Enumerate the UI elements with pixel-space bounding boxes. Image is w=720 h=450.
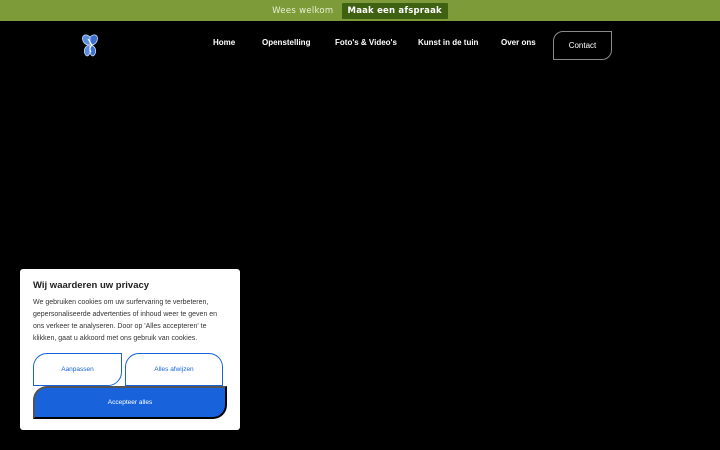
nav-art-in-garden[interactable]: Kunst in de tuin [418, 38, 478, 47]
nav-about-us[interactable]: Over ons [501, 38, 536, 47]
butterfly-logo-icon[interactable] [80, 33, 100, 59]
contact-button[interactable]: Contact [553, 31, 612, 60]
nav-openstelling[interactable]: Openstelling [262, 38, 310, 47]
cookie-title: Wij waarderen uw privacy [33, 280, 150, 291]
welcome-text: Wees welkom [272, 5, 334, 16]
site-header: Home Openstelling Foto's & Video's Kunst… [0, 21, 720, 73]
top-announcement-bar: Wees welkom Maak een afspraak [0, 0, 720, 21]
customize-button[interactable]: Aanpassen [33, 353, 122, 386]
cookie-consent-dialog: Wij waarderen uw privacy We gebruiken co… [20, 269, 240, 430]
nav-home[interactable]: Home [213, 38, 235, 47]
reject-all-button[interactable]: Alles afwijzen [125, 353, 223, 386]
accept-all-button[interactable]: Accepteer alles [33, 386, 227, 419]
nav-photos-videos[interactable]: Foto's & Video's [335, 38, 397, 47]
make-appointment-button[interactable]: Maak een afspraak [341, 2, 448, 19]
cookie-description: We gebruiken cookies om uw surfervaring … [33, 299, 218, 342]
